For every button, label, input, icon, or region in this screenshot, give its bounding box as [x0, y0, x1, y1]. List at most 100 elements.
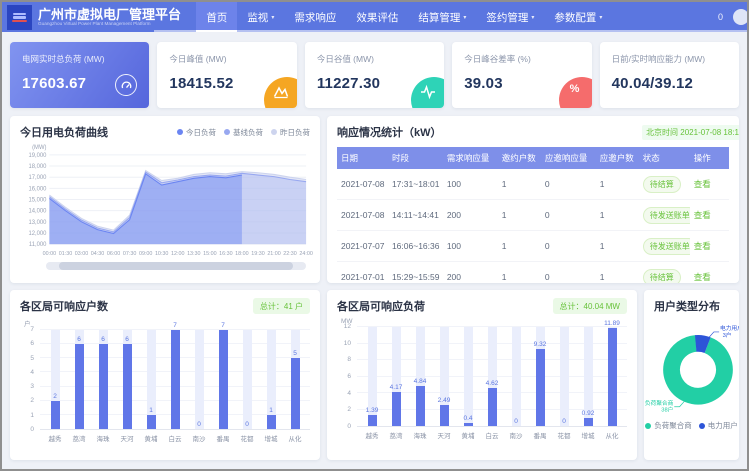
legend-dot	[645, 423, 651, 429]
x-tick-label: 黄埔	[141, 433, 161, 443]
bar-value-label: 11.89	[597, 320, 627, 327]
bar-海珠: 6	[96, 330, 110, 429]
cell-date: 2021-07-07	[337, 231, 388, 262]
district-users-total-badge: 总计：41 户	[253, 298, 310, 314]
kpi-card-today-valley[interactable]: 今日谷值 (MW)11227.30	[305, 42, 444, 108]
bar-黄埔: 1	[144, 330, 158, 429]
chart-zoom-slider[interactable]	[46, 262, 306, 270]
bar-增城: 0.92	[581, 327, 595, 426]
x-tick-label: 荔湾	[69, 433, 89, 443]
y-tick-label: 3	[30, 383, 34, 390]
notification-count[interactable]: 0	[718, 12, 723, 22]
svg-text:00:00: 00:00	[43, 251, 56, 257]
legend-dot	[699, 423, 705, 429]
nav-item-label: 首页	[206, 10, 227, 25]
nav-item-monitor[interactable]: 监视▾	[237, 2, 284, 32]
y-tick-label: 2	[30, 397, 34, 404]
column-header: 邀约户数	[498, 147, 541, 169]
bar-value-label: 1	[136, 407, 166, 414]
table-row: 2021-07-0817:31~18:01100101待结算查看	[337, 169, 729, 200]
kpi-card-peak-valley-rate[interactable]: 今日峰谷差率 (%)39.03%	[452, 42, 591, 108]
bar-value-label: 0	[184, 421, 214, 428]
bar-fill	[75, 344, 84, 429]
kpi-card-realtime-total-load[interactable]: 电网实时总负荷 (MW)17603.67	[10, 42, 149, 108]
column-header: 日期	[337, 147, 388, 169]
cell-status: 待结算	[639, 262, 690, 284]
chevron-down-icon: ▾	[271, 14, 274, 21]
bar-fill	[464, 423, 473, 426]
nav-item-demand-response[interactable]: 需求响应	[284, 2, 346, 32]
cell-action: 查看	[690, 231, 729, 262]
y-tick-label: 8	[347, 356, 351, 363]
bar-花都: 0	[557, 327, 571, 426]
status-badge: 待发送账单	[643, 238, 690, 255]
cell-action: 查看	[690, 200, 729, 231]
y-tick-label: 4	[30, 369, 34, 376]
svg-text:15:00: 15:00	[203, 251, 216, 257]
bar-番禺: 9.32	[533, 327, 547, 426]
load-curve-legend: 今日负荷基线负荷昨日负荷	[177, 127, 310, 138]
svg-text:03:00: 03:00	[75, 251, 88, 257]
bar-value-label: 7	[208, 322, 238, 329]
cell-accepted: 0	[541, 262, 596, 284]
legend-dot	[224, 129, 230, 135]
load-curve-chart: (MW)19,00018,00017,00016,00015,00014,000…	[20, 142, 310, 261]
legend-item-0[interactable]: 负荷聚合商	[645, 420, 692, 431]
nav-item-settlement[interactable]: 结算管理▾	[408, 2, 476, 32]
legend-item-2[interactable]: 昨日负荷	[271, 127, 310, 138]
bar-value-label: 0	[501, 418, 531, 425]
bar-从化: 5	[288, 330, 302, 429]
zoom-slider-handle[interactable]	[59, 262, 293, 270]
kpi-card-response-capability[interactable]: 日前/实时响应能力 (MW)40.04/39.12	[600, 42, 739, 108]
donut-chart: 电力用户3户负荷聚合商38户	[654, 324, 739, 412]
bar-fill	[147, 415, 156, 429]
app-window: 广州市虚拟电厂管理平台 Guangzhou Virtual Power Plan…	[0, 0, 749, 471]
view-link[interactable]: 查看	[694, 210, 711, 220]
bar-增城: 1	[264, 330, 278, 429]
cell-accepted: 0	[541, 231, 596, 262]
bar-白云: 4.62	[485, 327, 499, 426]
kpi-label: 今日谷值 (MW)	[317, 53, 432, 65]
bar-荔湾: 6	[72, 330, 86, 429]
cell-accepted: 0	[541, 169, 596, 200]
legend-label: 电力用户	[708, 420, 738, 431]
svg-text:13:30: 13:30	[187, 251, 200, 257]
x-tick-label: 海珠	[93, 433, 113, 443]
view-link[interactable]: 查看	[694, 179, 711, 189]
cell-date: 2021-07-08	[337, 200, 388, 231]
bar-荔湾: 4.17	[389, 327, 403, 426]
legend-item-0[interactable]: 今日负荷	[177, 127, 216, 138]
legend-dot	[271, 129, 277, 135]
user-type-panel: 用户类型分布 电力用户3户负荷聚合商38户 负荷聚合商电力用户	[644, 290, 739, 460]
response-stats-panel: 响应情况统计（kW） 北京时间 2021-07-08 18:1 日期时段需求响应…	[327, 116, 739, 283]
bar-天河: 6	[120, 330, 134, 429]
cell-status: 待发送账单	[639, 200, 690, 231]
svg-text:12,000: 12,000	[28, 231, 47, 237]
nav-item-effect-evaluation[interactable]: 效果评估	[346, 2, 408, 32]
cell-demand: 200	[443, 200, 498, 231]
view-link[interactable]: 查看	[694, 241, 711, 251]
logo[interactable]	[7, 5, 32, 30]
nav-item-home[interactable]: 首页	[196, 2, 237, 32]
view-link[interactable]: 查看	[694, 272, 711, 282]
table-row: 2021-07-0115:29~15:59200101待结算查看	[337, 262, 729, 284]
district-load-chart: 024681012 1.394.174.842.490.44.6209.3200…	[337, 327, 627, 427]
svg-text:11,000: 11,000	[29, 242, 47, 248]
nav-item-parameters[interactable]: 参数配置▾	[544, 2, 612, 32]
legend-item-1[interactable]: 基线负荷	[224, 127, 263, 138]
svg-text:13,000: 13,000	[28, 220, 47, 226]
x-tick-label: 番禺	[530, 430, 550, 440]
bar-value-label: 4.62	[477, 380, 507, 387]
bar-天河: 2.49	[437, 327, 451, 426]
chevron-down-icon: ▾	[463, 14, 466, 21]
user-avatar[interactable]	[733, 9, 747, 25]
nav-item-label: 需求响应	[294, 10, 336, 25]
bar-fill	[392, 392, 401, 426]
cell-demand: 100	[443, 231, 498, 262]
x-tick-label: 从化	[602, 430, 622, 440]
legend-label: 负荷聚合商	[654, 420, 692, 431]
legend-item-1[interactable]: 电力用户	[699, 420, 738, 431]
kpi-card-today-peak[interactable]: 今日峰值 (MW)18415.52	[157, 42, 296, 108]
header-right: 0	[718, 9, 739, 25]
nav-item-contract[interactable]: 签约管理▾	[476, 2, 544, 32]
